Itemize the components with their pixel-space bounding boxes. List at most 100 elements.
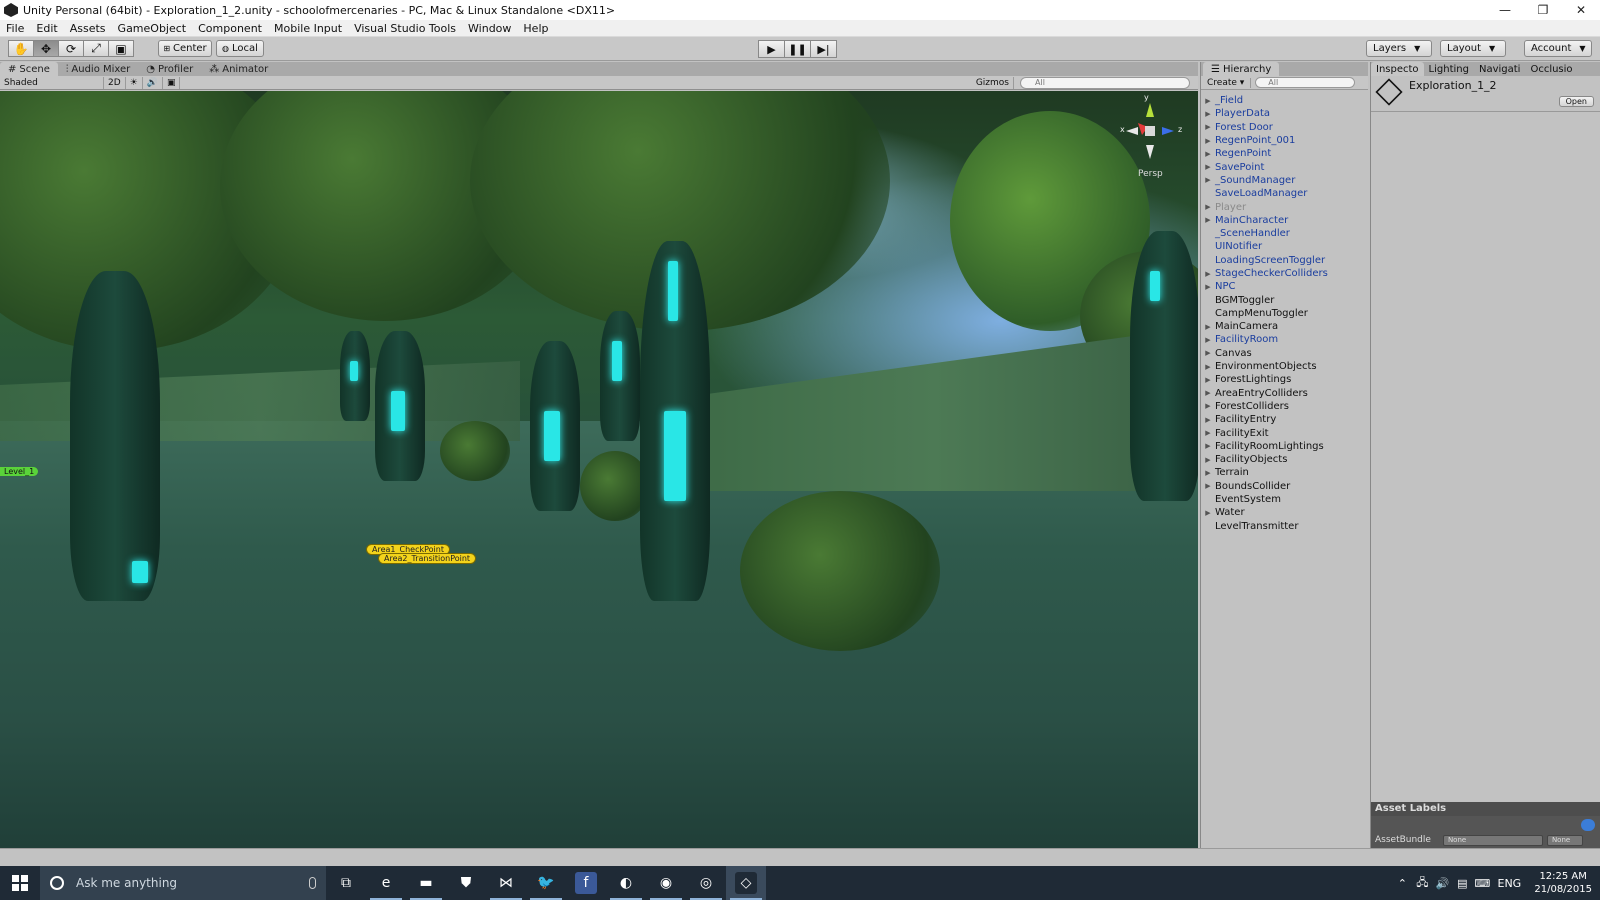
expand-arrow-icon[interactable]: ▶	[1201, 442, 1215, 450]
cortana-search-input[interactable]: Ask me anything	[40, 866, 326, 900]
taskbar-app-facebook[interactable]: f	[566, 866, 606, 900]
expand-arrow-icon[interactable]: ▶	[1201, 216, 1215, 224]
audio-toggle-icon[interactable]: 🔊	[143, 76, 163, 89]
expand-arrow-icon[interactable]: ▶	[1201, 283, 1215, 291]
layers-dropdown[interactable]: Layers ▼	[1366, 40, 1432, 57]
gizmos-dropdown[interactable]: Gizmos	[972, 77, 1014, 89]
menu-window[interactable]: Window	[462, 22, 517, 35]
hierarchy-item[interactable]: ▶ AreaEntryColliders	[1201, 387, 1368, 400]
expand-arrow-icon[interactable]: ▶	[1201, 323, 1215, 331]
hierarchy-item[interactable]: ▶ Canvas	[1201, 347, 1368, 360]
hierarchy-item[interactable]: ▶ MainCharacter	[1201, 214, 1368, 227]
move-tool-icon[interactable]: ✥	[33, 40, 59, 57]
2d-toggle[interactable]: 2D	[104, 76, 126, 89]
lighting-toggle-icon[interactable]: ☀	[126, 76, 143, 89]
hierarchy-item[interactable]: EventSystem	[1201, 493, 1368, 506]
shading-mode-dropdown[interactable]: Shaded	[0, 76, 104, 89]
hierarchy-item[interactable]: _SceneHandler	[1201, 227, 1368, 240]
tab-scene[interactable]: # Scene	[0, 62, 58, 76]
restore-button[interactable]: ❐	[1524, 0, 1562, 20]
microphone-icon[interactable]	[309, 877, 316, 889]
taskbar-app-store[interactable]: ⛊	[446, 866, 486, 900]
hierarchy-item[interactable]: ▶ RegenPoint	[1201, 147, 1368, 160]
menu-gameobject[interactable]: GameObject	[112, 22, 193, 35]
hierarchy-item[interactable]: ▶ FacilityObjects	[1201, 453, 1368, 466]
hierarchy-item[interactable]: LoadingScreenToggler	[1201, 254, 1368, 267]
close-button[interactable]: ✕	[1562, 0, 1600, 20]
expand-arrow-icon[interactable]: ▶	[1201, 456, 1215, 464]
rect-tool-icon[interactable]: ▣	[108, 40, 134, 57]
hierarchy-item[interactable]: BGMToggler	[1201, 293, 1368, 306]
pivot-center-button[interactable]: ⊞ Center	[158, 40, 212, 57]
expand-arrow-icon[interactable]: ▶	[1201, 270, 1215, 278]
expand-arrow-icon[interactable]: ▶	[1201, 97, 1215, 105]
transition-point-label[interactable]: Area2_TransitionPoint	[378, 553, 477, 564]
scene-viewport[interactable]: Level_1 Area1_CheckPoint Area2_Transitio…	[0, 91, 1198, 848]
expand-arrow-icon[interactable]: ▶	[1201, 429, 1215, 437]
menu-help[interactable]: Help	[517, 22, 554, 35]
input-language[interactable]: ENG	[1492, 877, 1526, 890]
tray-expand-icon[interactable]: ⌃	[1392, 877, 1412, 890]
start-button[interactable]	[0, 866, 40, 900]
hierarchy-search-input[interactable]: All	[1255, 77, 1356, 88]
tab-navigation[interactable]: Navigati	[1474, 62, 1525, 76]
taskbar-app-task-view[interactable]: ⧉	[326, 866, 366, 900]
hierarchy-item[interactable]: ▶ SavePoint	[1201, 160, 1368, 173]
scene-orientation-gizmo[interactable]: y x z Persp	[1120, 93, 1182, 179]
label-tag-icon[interactable]	[1581, 819, 1595, 831]
taskbar-app-spotify[interactable]: ◉	[646, 866, 686, 900]
pause-button[interactable]: ❚❚	[784, 40, 811, 58]
hierarchy-item[interactable]: ▶ Forest Door	[1201, 121, 1368, 134]
expand-arrow-icon[interactable]: ▶	[1201, 349, 1215, 357]
menu-component[interactable]: Component	[192, 22, 268, 35]
expand-arrow-icon[interactable]: ▶	[1201, 336, 1215, 344]
taskbar-app-file-explorer[interactable]: ▬	[406, 866, 446, 900]
tab-lighting[interactable]: Lighting	[1424, 62, 1474, 76]
hierarchy-item[interactable]: ▶ FacilityRoomLightings	[1201, 440, 1368, 453]
hierarchy-item[interactable]: ▶ RegenPoint_001	[1201, 134, 1368, 147]
asset-bundle-select[interactable]: None	[1442, 834, 1543, 846]
menu-assets[interactable]: Assets	[64, 22, 112, 35]
hierarchy-item[interactable]: ▶ NPC	[1201, 280, 1368, 293]
hierarchy-item[interactable]: ▶ Terrain	[1201, 466, 1368, 479]
minimize-button[interactable]: —	[1486, 0, 1524, 20]
hierarchy-item[interactable]: ▶ FacilityRoom	[1201, 333, 1368, 346]
hierarchy-item[interactable]: ▶ EnvironmentObjects	[1201, 360, 1368, 373]
expand-arrow-icon[interactable]: ▶	[1201, 389, 1215, 397]
expand-arrow-icon[interactable]: ▶	[1201, 123, 1215, 131]
expand-arrow-icon[interactable]: ▶	[1201, 402, 1215, 410]
expand-arrow-icon[interactable]: ▶	[1201, 163, 1215, 171]
projection-label[interactable]: Persp	[1138, 169, 1163, 179]
step-button[interactable]: ▶|	[810, 40, 837, 58]
hierarchy-item[interactable]: ▶ FacilityEntry	[1201, 413, 1368, 426]
expand-arrow-icon[interactable]: ▶	[1201, 176, 1215, 184]
open-button[interactable]: Open	[1558, 96, 1594, 107]
hierarchy-item[interactable]: ▶ MainCamera	[1201, 320, 1368, 333]
hierarchy-item[interactable]: ▶ Water	[1201, 506, 1368, 519]
expand-arrow-icon[interactable]: ▶	[1201, 482, 1215, 490]
hierarchy-item[interactable]: ▶ FacilityExit	[1201, 426, 1368, 439]
menu-mobile-input[interactable]: Mobile Input	[268, 22, 348, 35]
tab-inspector[interactable]: Inspecto	[1371, 62, 1424, 76]
level-label[interactable]: Level_1	[0, 467, 39, 476]
create-dropdown[interactable]: Create ▾	[1201, 77, 1252, 88]
hierarchy-item[interactable]: SaveLoadManager	[1201, 187, 1368, 200]
hierarchy-item[interactable]: ▶ StageCheckerColliders	[1201, 267, 1368, 280]
expand-arrow-icon[interactable]: ▶	[1201, 469, 1215, 477]
asset-variant-select[interactable]: None	[1546, 834, 1583, 846]
keyboard-icon[interactable]: ⌨	[1472, 877, 1492, 890]
taskbar-app-chrome[interactable]: ◎	[686, 866, 726, 900]
volume-icon[interactable]: 🔊	[1432, 877, 1452, 890]
menu-file[interactable]: File	[0, 22, 30, 35]
play-button[interactable]: ▶	[758, 40, 785, 58]
layout-dropdown[interactable]: Layout ▼	[1440, 40, 1506, 57]
account-dropdown[interactable]: Account ▼	[1524, 40, 1592, 57]
clock[interactable]: 12:25 AM 21/08/2015	[1526, 870, 1600, 896]
tab-occlusion[interactable]: Occlusio	[1525, 62, 1577, 76]
tab-profiler[interactable]: ◔ Profiler	[138, 62, 201, 76]
hierarchy-item[interactable]: UINotifier	[1201, 240, 1368, 253]
hierarchy-item[interactable]: ▶ _Field	[1201, 94, 1368, 107]
expand-arrow-icon[interactable]: ▶	[1201, 203, 1215, 211]
effects-toggle-icon[interactable]: ▣	[163, 76, 181, 89]
scene-search-input[interactable]: All	[1020, 77, 1190, 89]
